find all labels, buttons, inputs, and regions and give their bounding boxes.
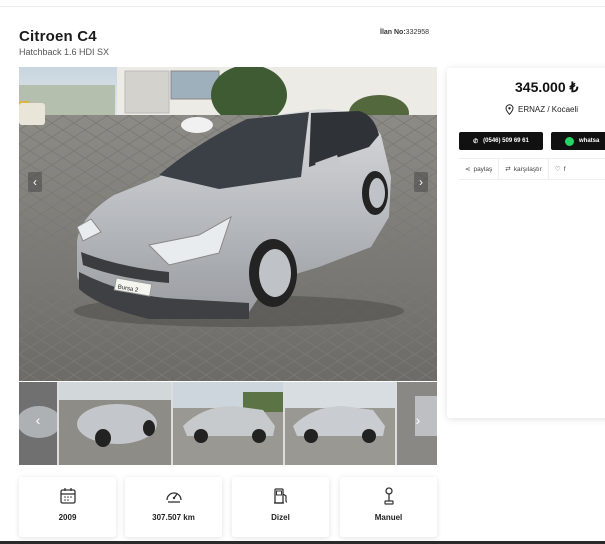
price: 345.000 ₺ — [515, 79, 579, 95]
compare-label: karşılaştır — [513, 165, 542, 173]
phone-icon: ✆ — [473, 138, 479, 145]
listing-subtitle: Hatchback 1.6 HDI SX — [19, 47, 110, 57]
phone-number: (0546) 509 69 61 — [483, 138, 529, 144]
listing-number-value: 332958 — [405, 29, 430, 36]
fuel-pump-icon — [273, 488, 287, 504]
call-button[interactable]: ✆ (0546) 509 69 61 — [459, 132, 543, 150]
share-label: paylaş — [473, 165, 493, 173]
top-divider — [0, 6, 605, 7]
speedometer-icon — [165, 492, 182, 503]
spec-fuel-value: Dizel — [271, 513, 290, 522]
compare-button[interactable]: ⇄ karşılaştır — [499, 159, 549, 179]
share-button[interactable]: ⋖ paylaş — [459, 159, 500, 179]
location-pin-icon — [505, 104, 514, 115]
thumbnail-3[interactable] — [173, 382, 283, 465]
location-text: ERNAZ / Kocaeli — [518, 105, 579, 114]
thumbnail-next-icon[interactable]: › — [411, 412, 425, 428]
chevron-left-icon[interactable]: ‹ — [28, 172, 42, 192]
chevron-right-icon[interactable]: › — [414, 172, 428, 192]
spec-year: 2009 — [19, 477, 116, 537]
favorite-label: f — [563, 165, 566, 173]
whatsapp-button[interactable]: whatsa — [551, 132, 605, 150]
spec-fuel: Dizel — [232, 477, 329, 537]
listing-number-label: İlan No: — [380, 29, 406, 36]
spec-mileage: 307.507 km — [125, 477, 222, 537]
price-panel: 345.000 ₺ ERNAZ / Kocaeli ✆ (0546) 509 6… — [447, 68, 605, 418]
thumbnail-prev-icon[interactable]: ‹ — [31, 412, 45, 428]
compare-icon: ⇄ — [505, 166, 511, 173]
favorite-button[interactable]: ♡ f — [549, 159, 572, 179]
listing-number: İlan No:332958 — [380, 29, 429, 36]
thumbnail-4[interactable] — [285, 382, 395, 465]
spec-transmission: Manuel — [340, 477, 437, 537]
heart-icon: ♡ — [554, 166, 561, 173]
action-bar: ⋖ paylaş ⇄ karşılaştır ♡ f — [459, 158, 605, 180]
thumbnail-strip: ‹ › — [19, 382, 437, 465]
gear-shift-icon — [383, 487, 394, 505]
share-icon: ⋖ — [465, 166, 471, 173]
whatsapp-label: whatsa — [579, 138, 600, 144]
spec-mileage-value: 307.507 km — [152, 513, 195, 522]
thumbnail-2[interactable] — [59, 382, 171, 465]
spec-transmission-value: Manuel — [374, 513, 403, 522]
main-photo[interactable]: Bursa 2 ‹ › — [19, 67, 437, 381]
calendar-icon — [59, 488, 76, 504]
whatsapp-icon — [565, 136, 574, 146]
car-photo-illustration: Bursa 2 — [19, 67, 437, 381]
spec-year-value: 2009 — [58, 513, 77, 522]
location: ERNAZ / Kocaeli — [505, 104, 578, 115]
listing-title: Citroen C4 — [19, 28, 97, 45]
